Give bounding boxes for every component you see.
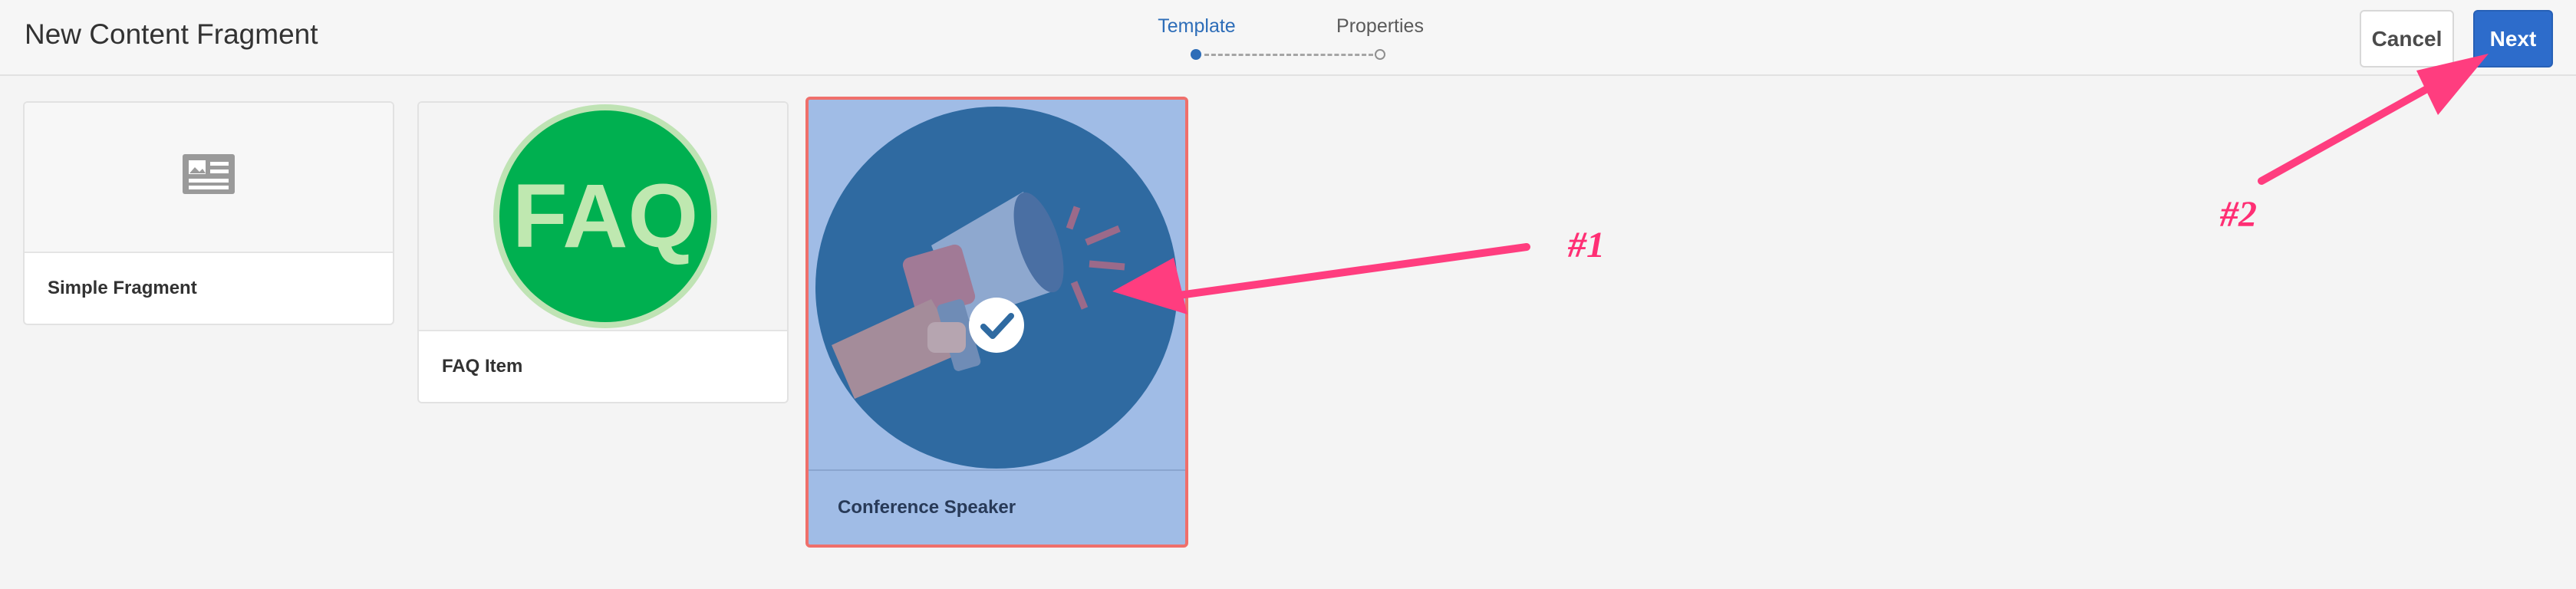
template-card-faq-item[interactable]: FAQ FAQ Item: [417, 101, 789, 403]
step-properties-indicator: [1375, 49, 1385, 60]
step-template-indicator: [1191, 49, 1201, 60]
annotation-label-2: #2: [2220, 194, 2257, 235]
template-card-simple-fragment[interactable]: Simple Fragment: [23, 101, 394, 325]
megaphone-icon: [815, 107, 1178, 469]
next-button[interactable]: Next: [2473, 10, 2553, 67]
fragment-card-icon: [183, 154, 235, 194]
step-properties[interactable]: Properties: [1336, 15, 1424, 38]
faq-text: FAQ: [512, 166, 699, 267]
card-title: FAQ Item: [442, 356, 523, 377]
page-title: New Content Fragment: [25, 18, 318, 50]
annotation-label-1: #1: [1568, 225, 1605, 265]
step-connector: [1204, 54, 1373, 56]
top-bar: New Content Fragment Template Properties…: [0, 0, 2576, 76]
card-thumbnail: [809, 100, 1185, 471]
step-template[interactable]: Template: [1158, 15, 1235, 38]
card-thumbnail: FAQ: [419, 103, 787, 331]
card-title: Simple Fragment: [48, 278, 197, 298]
card-title: Conference Speaker: [838, 497, 1016, 518]
faq-badge-icon: FAQ: [493, 104, 717, 328]
cancel-button[interactable]: Cancel: [2360, 10, 2454, 67]
selected-check-icon: [969, 298, 1024, 353]
card-thumbnail: [25, 103, 393, 253]
template-card-conference-speaker[interactable]: Conference Speaker: [805, 97, 1188, 548]
